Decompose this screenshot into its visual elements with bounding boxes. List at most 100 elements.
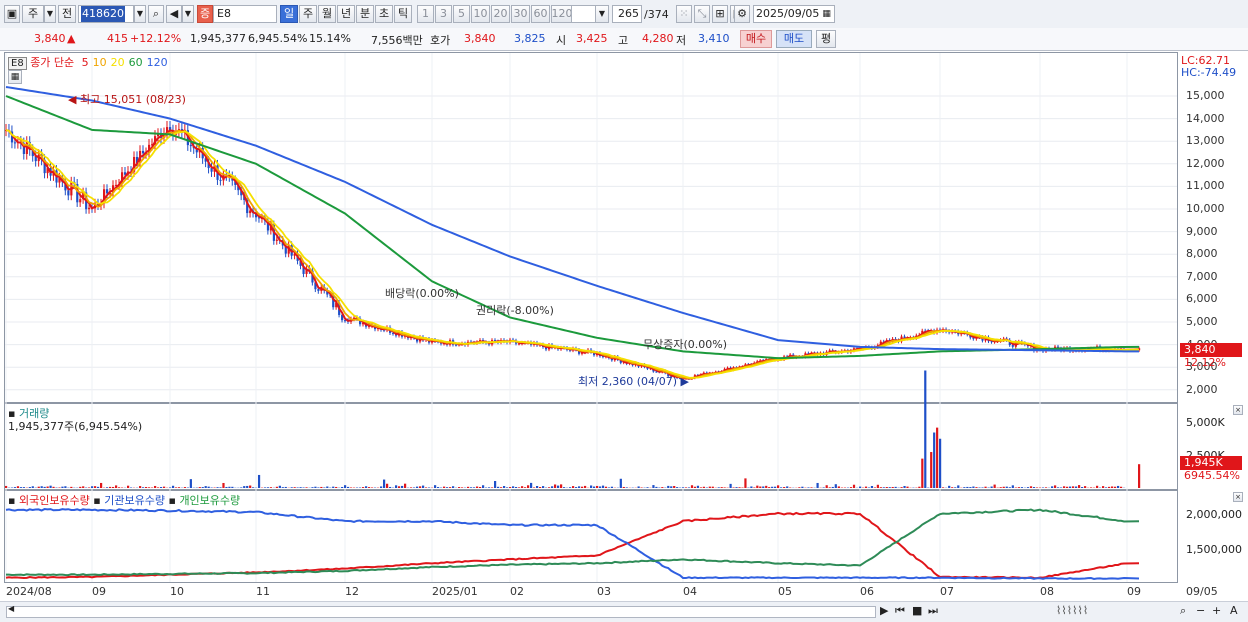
zoom-in-icon[interactable]: + [1212, 604, 1221, 617]
up-arrow-icon: ▲ [67, 32, 75, 45]
interval-button-6[interactable]: 60 [531, 5, 550, 23]
x-axis-label: 05 [778, 585, 792, 598]
period-button-0[interactable]: 일 [280, 5, 298, 23]
eval-button[interactable]: 평 [816, 30, 836, 48]
interval-button-0[interactable]: 1 [417, 5, 434, 23]
main-toolbar: ▣ 주 ▼ 전 418620 ▼ ⌕ ◀ ▼ 증 E8 일주월년분초틱 1351… [0, 0, 1248, 29]
volume-ytick: 5,000K [1186, 416, 1225, 429]
period-button-1[interactable]: 주 [299, 5, 317, 23]
market-label: 주 [28, 6, 38, 22]
speaker-dropdown-icon[interactable]: ▼ [182, 5, 194, 23]
draw-icon[interactable]: ⤡ [694, 5, 710, 23]
type-badge: 증 [197, 5, 213, 23]
buy-label: 매수 [746, 31, 766, 47]
high-annotation-text: 최고 15,051 (08/23) [80, 93, 186, 106]
market-select[interactable]: 주 [22, 5, 44, 23]
period-button-4[interactable]: 분 [356, 5, 374, 23]
scroll-right-icon[interactable]: ▶ [880, 604, 888, 617]
open-price: 3,425 [576, 32, 608, 45]
x-axis-label: 09/05 [1186, 585, 1218, 598]
price-change-pct: +12.12% [130, 32, 181, 45]
interval-dropdown-icon[interactable]: ▼ [595, 5, 609, 23]
x-axis-label: 2024/08 [6, 585, 52, 598]
ma-period-2: 20 [111, 56, 125, 69]
price-ytick: 14,000 [1186, 112, 1225, 125]
volume-panel[interactable] [4, 403, 1178, 490]
font-icon[interactable]: A [1230, 604, 1238, 617]
low-price: 3,410 [698, 32, 730, 45]
name-field[interactable]: E8 [213, 5, 277, 23]
chart-settings-icon[interactable]: ▦ [8, 70, 22, 84]
sell-button[interactable]: 매도 [776, 30, 812, 48]
count-value: 265 [618, 6, 639, 22]
interval-button-5[interactable]: 30 [511, 5, 530, 23]
prev-button[interactable]: 전 [58, 5, 76, 23]
volume-tag-value: 1,945K [1184, 456, 1223, 469]
high-price: 4,280 [642, 32, 674, 45]
price-ytick: 7,000 [1186, 270, 1218, 283]
gear-icon[interactable]: ⚙ [734, 5, 750, 23]
period-button-6[interactable]: 틱 [394, 5, 412, 23]
interval-button-3[interactable]: 10 [471, 5, 490, 23]
turnover-rate: 15.14% [309, 32, 351, 45]
period-button-5[interactable]: 초 [375, 5, 393, 23]
current-pct-tag-value: 12.12% [1184, 356, 1226, 369]
high-label: 고 [618, 32, 628, 48]
rights-annotation: 권리락(-8.00%) [476, 302, 554, 318]
interval-button-4[interactable]: 20 [491, 5, 510, 23]
holding-close-icon[interactable]: × [1233, 492, 1243, 502]
dividend-annotation: 배당락(0.00%) [385, 285, 459, 301]
forward-icon[interactable]: ⏭ [928, 604, 938, 618]
total-count: /374 [644, 8, 669, 21]
stop-icon[interactable]: ■ [912, 604, 922, 617]
current-price-tag-value: 3,840 [1184, 343, 1216, 356]
low-annotation-text: 최저 2,360 (04/07) [578, 375, 677, 388]
drawing-tools-icon[interactable]: ⌇⌇⌇⌇⌇⌇ [1056, 604, 1088, 617]
code-dropdown-icon[interactable]: ▼ [134, 5, 146, 23]
sell-label: 매도 [784, 31, 804, 47]
count-input[interactable]: 265 [612, 5, 642, 23]
interval-button-1[interactable]: 3 [435, 5, 452, 23]
zoom-slider[interactable] [950, 606, 1050, 616]
market-dropdown-icon[interactable]: ▼ [44, 5, 56, 23]
x-axis-label: 11 [256, 585, 270, 598]
calendar-icon[interactable]: ▦ [822, 6, 831, 22]
x-axis-label: 2025/01 [432, 585, 478, 598]
ma-label: 종가 단순 [30, 56, 74, 69]
zoom-out-icon[interactable]: − [1196, 604, 1205, 617]
speaker-icon[interactable]: ◀ [166, 5, 182, 23]
holding-legend: ▪ 외국인보유수량 ▪ 기관보유수량 ▪ 개인보유수량 [8, 492, 240, 508]
horizontal-scrollbar[interactable]: ◀ [6, 606, 876, 618]
volume-close-icon[interactable]: × [1233, 405, 1243, 415]
hoga-label: 호가 [430, 32, 450, 48]
ma-period-3: 60 [129, 56, 143, 69]
price-ytick: 9,000 [1186, 225, 1218, 238]
type-badge-label: 증 [200, 6, 210, 22]
low-annotation: 최저 2,360 (04/07) ▶ [578, 373, 689, 389]
volume-pct-tag: 6945.54% [1180, 469, 1242, 483]
date-input[interactable]: 2025/09/05 ▦ [753, 5, 835, 23]
search-icon[interactable]: ⌕ [148, 5, 164, 23]
code-value: 418620 [81, 6, 125, 22]
price-ytick: 6,000 [1186, 292, 1218, 305]
lock-icon[interactable]: ⊞ [712, 5, 728, 23]
zoom-icon[interactable]: ⌕ [1180, 604, 1186, 618]
ma-period-1: 10 [93, 56, 107, 69]
high-annotation: ◀ 최고 15,051 (08/23) [68, 91, 186, 107]
x-axis-label: 06 [860, 585, 874, 598]
date-value: 2025/09/05 [756, 6, 819, 22]
window-menu-icon[interactable]: ▣ [4, 5, 20, 23]
interval-button-7[interactable]: 120 [551, 5, 573, 23]
period-button-2[interactable]: 월 [318, 5, 336, 23]
holding-ytick: 2,000,000 [1186, 508, 1242, 521]
scroll-left-icon[interactable]: ◀ [8, 604, 14, 613]
price-ytick: 15,000 [1186, 89, 1225, 102]
code-input[interactable]: 418620 [78, 5, 134, 23]
rewind-icon[interactable]: ⏮ [895, 604, 905, 618]
ask-price: 3,840 [464, 32, 496, 45]
buy-button[interactable]: 매수 [740, 30, 772, 48]
grid-icon[interactable]: ⁙ [676, 5, 692, 23]
current-price: 3,840 [34, 32, 66, 45]
interval-button-2[interactable]: 5 [453, 5, 470, 23]
period-button-3[interactable]: 년 [337, 5, 355, 23]
